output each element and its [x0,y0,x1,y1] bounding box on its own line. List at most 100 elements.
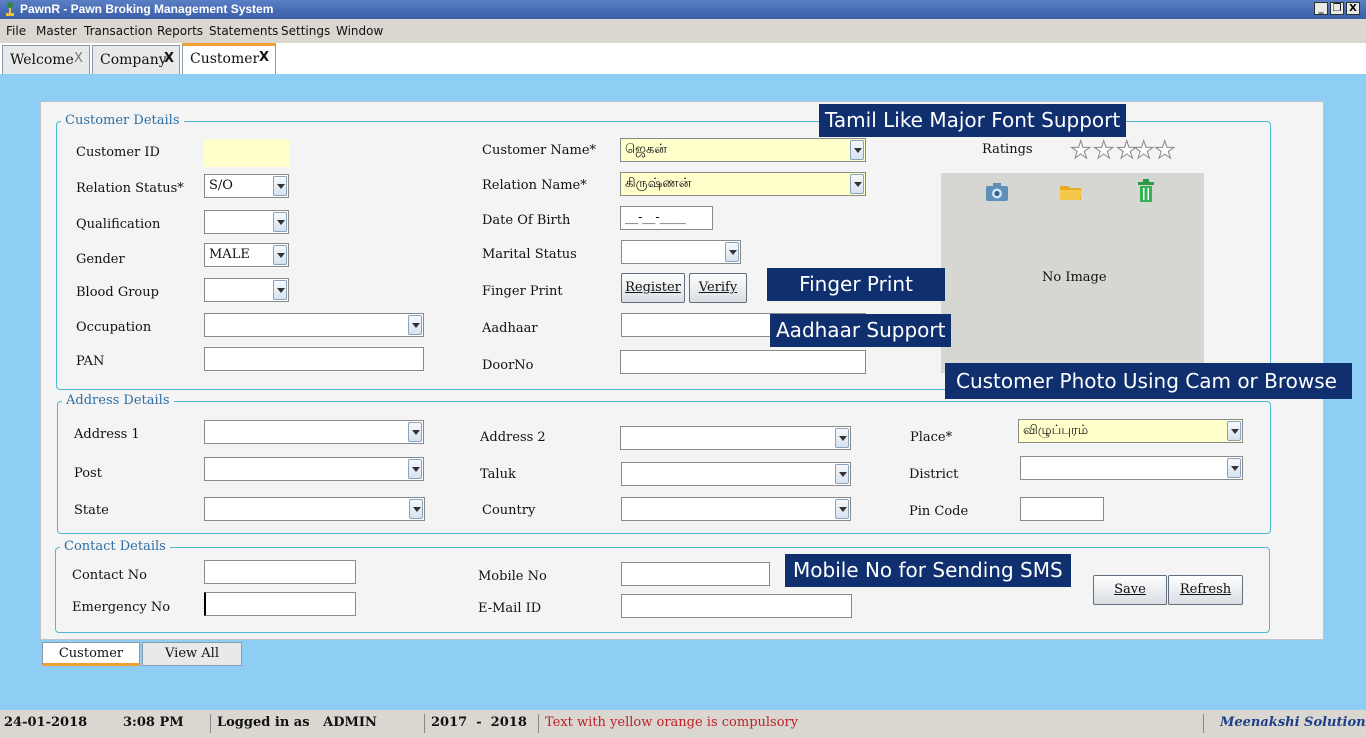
status-logged-in: Logged in as ADMIN [217,715,377,730]
menu-settings[interactable]: Settings [281,24,330,38]
chevron-down-icon[interactable] [850,140,864,160]
close-window-button[interactable]: X [1346,2,1360,15]
register-button[interactable]: Register [621,273,685,303]
chevron-down-icon[interactable] [408,459,422,479]
chevron-down-icon[interactable] [273,245,287,265]
emergency-no-field[interactable] [204,592,356,616]
chevron-down-icon[interactable] [1227,421,1241,441]
status-separator [538,714,539,733]
restore-button[interactable]: ❐ [1330,2,1344,15]
chevron-down-icon[interactable] [835,464,849,484]
sms-callout: Mobile No for Sending SMS [785,554,1071,587]
minimize-button[interactable]: _ [1314,2,1328,15]
menu-transaction[interactable]: Transaction [84,24,153,38]
status-vendor: Meenakshi Solutions [1220,715,1366,730]
menu-master[interactable]: Master [36,24,77,38]
state-select[interactable] [204,497,425,521]
tab-close-icon[interactable]: X [259,50,269,65]
qualification-select[interactable] [204,210,289,234]
status-bar: 24-01-2018 3:08 PM Logged in as ADMIN 20… [0,710,1366,738]
address2-select[interactable] [620,426,851,450]
district-select[interactable] [1020,456,1243,480]
refresh-button[interactable]: Refresh [1168,575,1243,605]
status-separator [1203,714,1204,733]
tab-close-icon[interactable]: X [74,51,83,66]
trash-icon[interactable] [1137,179,1155,203]
customer-details-legend: Customer Details [61,113,184,128]
customer-photo-box[interactable]: No Image [941,173,1204,373]
status-date: 24-01-2018 [4,715,88,730]
bottom-tab-view-all[interactable]: View All [142,642,242,666]
rating-star-icon[interactable]: ★ [1093,136,1115,165]
menu-file[interactable]: File [6,24,26,38]
rating-star-icon[interactable]: ★ [1133,136,1155,165]
ratings-label: Ratings [982,142,1033,157]
place-select[interactable]: விழுப்புரம் [1018,419,1243,443]
menu-reports[interactable]: Reports [157,24,203,38]
blood-group-label: Blood Group [76,285,159,300]
relation-name-label: Relation Name* [482,178,587,193]
pan-field[interactable] [204,347,424,371]
contact-no-label: Contact No [72,568,147,583]
chevron-down-icon[interactable] [1227,458,1241,478]
doorno-label: DoorNo [482,358,534,373]
mobile-no-field[interactable] [621,562,770,586]
email-field[interactable] [621,594,852,618]
verify-button[interactable]: Verify [689,273,747,303]
bottom-tab-customer[interactable]: Customer [42,642,140,666]
gender-label: Gender [76,252,125,267]
status-separator [210,714,211,733]
register-label: Register [625,280,681,295]
state-label: State [74,503,109,518]
tab-welcome[interactable]: Welcome X [2,45,90,74]
chevron-down-icon[interactable] [850,174,864,194]
status-hint: Text with yellow orange is compulsory [545,715,799,730]
doorno-field[interactable] [620,350,866,374]
gender-select[interactable]: MALE [204,243,289,267]
title-bar: PawnR - Pawn Broking Management System _… [0,0,1366,19]
chevron-down-icon[interactable] [835,499,849,519]
chevron-down-icon[interactable] [273,212,287,232]
font-support-callout: Tamil Like Major Font Support [819,104,1127,137]
tab-close-icon[interactable]: X [164,51,174,66]
camera-icon[interactable] [985,182,1009,202]
gender-value: MALE [209,247,250,262]
relation-status-label: Relation Status* [76,181,184,196]
contact-details-legend: Contact Details [60,539,170,554]
relation-status-value: S/O [209,178,233,193]
country-label: Country [482,503,536,518]
rating-star-icon[interactable]: ★ [1154,136,1176,165]
chevron-down-icon[interactable] [408,315,422,335]
taluk-select[interactable] [621,462,851,486]
customer-id-field[interactable] [204,139,289,167]
chevron-down-icon[interactable] [408,422,422,442]
dob-field[interactable]: __-__-____ [620,206,713,230]
occupation-select[interactable] [204,313,424,337]
tab-customer[interactable]: Customer X [182,43,276,74]
relation-name-select[interactable]: கிருஷ்ணன் [620,172,866,196]
customer-name-select[interactable]: ஜெகன் [620,138,866,162]
country-select[interactable] [621,497,851,521]
chevron-down-icon[interactable] [835,428,849,448]
customer-name-label: Customer Name* [482,143,597,158]
marital-status-select[interactable] [621,240,741,264]
address1-select[interactable] [204,420,424,444]
aadhaar-callout: Aadhaar Support [770,314,952,347]
menu-statements[interactable]: Statements [209,24,278,38]
rating-star-icon[interactable]: ★ [1070,136,1092,165]
menu-window[interactable]: Window [336,24,383,38]
post-select[interactable] [204,457,424,481]
blood-group-select[interactable] [204,278,289,302]
chevron-down-icon[interactable] [725,242,739,262]
chevron-down-icon[interactable] [273,176,287,196]
chevron-down-icon[interactable] [409,499,423,519]
folder-icon[interactable] [1059,182,1083,202]
tab-company[interactable]: Company X [92,45,180,74]
save-button[interactable]: Save [1093,575,1167,605]
chevron-down-icon[interactable] [273,280,287,300]
document-tabs: Welcome X Company X Customer X [0,43,1366,74]
contact-no-field[interactable] [204,560,356,584]
relation-status-select[interactable]: S/O [204,174,289,198]
finger-print-callout: Finger Print [767,268,945,301]
pin-code-field[interactable] [1020,497,1104,521]
